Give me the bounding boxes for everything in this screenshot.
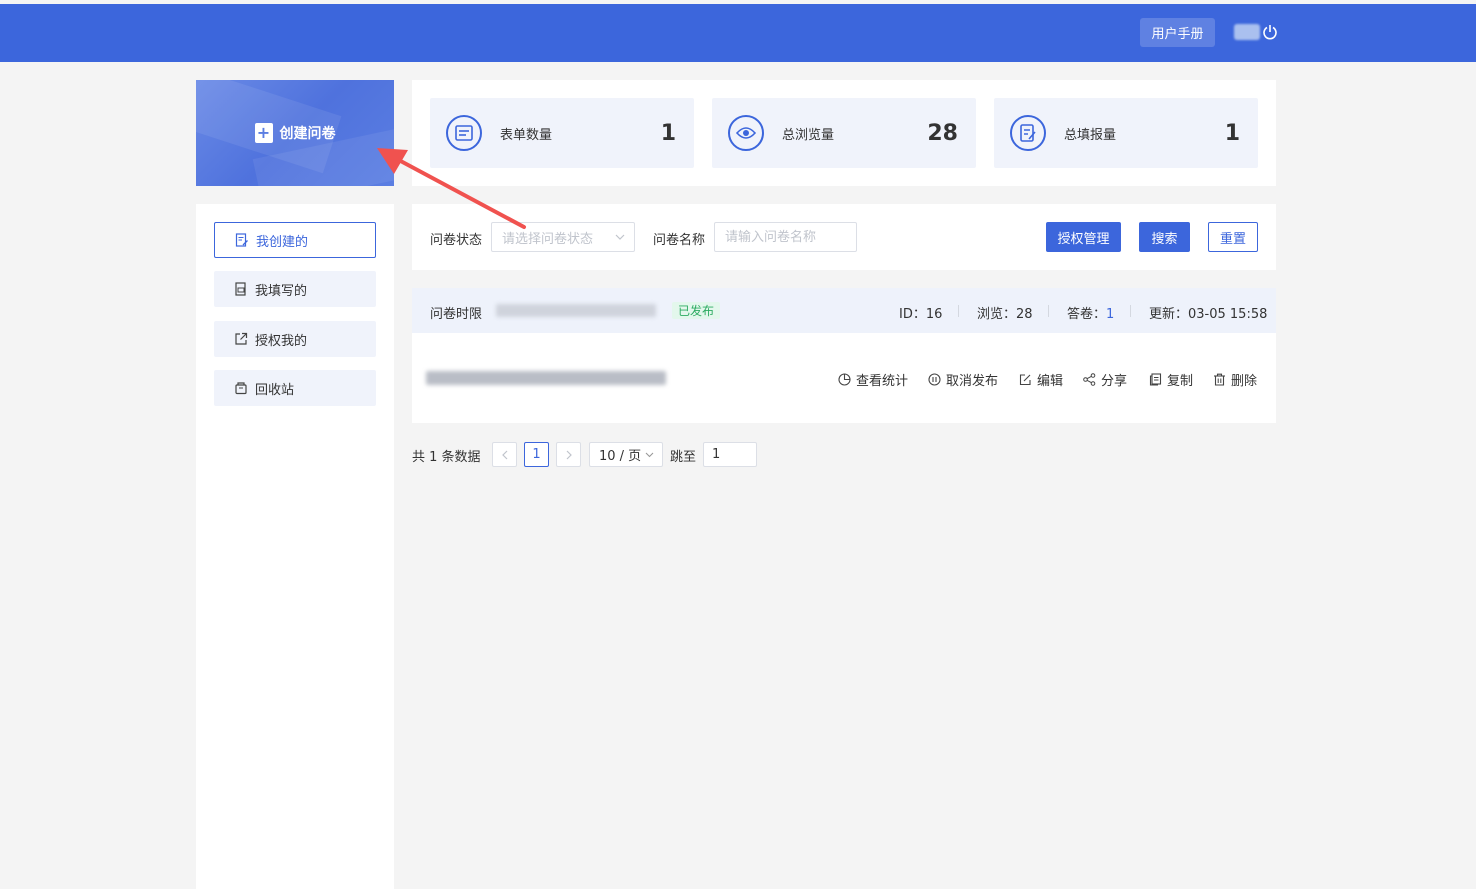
survey-row-body: 查看统计 取消发布 编辑 分享 复制 删除	[412, 333, 1276, 423]
next-page-button[interactable]	[556, 442, 581, 467]
view-stats-action[interactable]: 查看统计	[838, 370, 908, 389]
page-size-value: 10 / 页	[599, 449, 642, 464]
stat-total-reports: 总填报量 1	[994, 98, 1258, 168]
user-manual-button[interactable]: 用户手册	[1140, 18, 1215, 47]
top-bar: 用户手册	[0, 4, 1476, 62]
copy-icon	[1149, 373, 1162, 386]
stats-panel: 表单数量 1 总浏览量 28 总填报量 1	[412, 80, 1276, 186]
name-search-input[interactable]	[714, 222, 857, 252]
power-icon[interactable]	[1262, 24, 1278, 40]
chevron-left-icon	[501, 450, 507, 459]
sidebar-item-label: 我创建的	[256, 234, 309, 250]
create-survey-label: 创建问卷	[279, 126, 336, 142]
edit-icon	[1019, 374, 1031, 386]
total-count: 共 1 条数据	[412, 450, 481, 465]
status-badge: 已发布	[672, 302, 721, 319]
stat-label: 总浏览量	[782, 127, 835, 143]
stat-value: 28	[927, 120, 958, 146]
sidebar-item-recycle[interactable]: 回收站	[214, 370, 376, 406]
divider	[1130, 305, 1131, 317]
page-1-button[interactable]: 1	[524, 442, 549, 467]
action-label: 复制	[1167, 374, 1194, 389]
divider	[958, 305, 959, 317]
redacted-time-range	[496, 304, 656, 317]
filled-doc-icon	[235, 282, 246, 296]
chevron-down-icon	[645, 452, 654, 458]
sidebar-item-label: 回收站	[255, 382, 295, 398]
pagination: 共 1 条数据 1 10 / 页 跳至 1	[412, 442, 772, 467]
plus-document-icon: +	[254, 123, 273, 143]
stat-label: 表单数量	[500, 127, 553, 143]
survey-updated: 更新：03-05 15:58	[1149, 307, 1268, 322]
copy-action[interactable]: 复制	[1149, 370, 1193, 389]
stat-value: 1	[660, 120, 676, 146]
sidebar-item-authorized[interactable]: 授权我的	[214, 321, 376, 357]
prev-page-button[interactable]	[492, 442, 517, 467]
answers-label: 答卷：	[1067, 307, 1107, 322]
reset-button[interactable]: 重置	[1208, 222, 1258, 252]
delete-action[interactable]: 删除	[1213, 370, 1257, 389]
stat-total-views: 总浏览量 28	[712, 98, 976, 168]
sidebar-item-label: 我填写的	[255, 283, 308, 299]
chevron-right-icon	[566, 450, 572, 459]
action-label: 删除	[1231, 374, 1258, 389]
action-label: 分享	[1101, 374, 1128, 389]
status-select[interactable]: 请选择问卷状态	[491, 222, 635, 252]
filter-panel: 问卷状态 请选择问卷状态 问卷名称 授权管理 搜索 重置	[412, 204, 1276, 270]
answers-value: 1	[1106, 307, 1115, 322]
share-icon	[1083, 373, 1096, 386]
avatar[interactable]	[1234, 24, 1260, 40]
search-button[interactable]: 搜索	[1139, 222, 1190, 252]
status-filter-label: 问卷状态	[430, 233, 483, 248]
recycle-icon	[235, 382, 247, 395]
share-action[interactable]: 分享	[1083, 370, 1127, 389]
status-select-placeholder: 请选择问卷状态	[502, 231, 594, 247]
action-label: 编辑	[1037, 374, 1064, 389]
edit-doc-icon	[235, 233, 248, 247]
pause-circle-icon	[928, 373, 941, 386]
action-label: 查看统计	[856, 374, 909, 389]
name-filter-label: 问卷名称	[653, 233, 706, 248]
stat-value: 1	[1224, 120, 1240, 146]
stat-label: 总填报量	[1064, 127, 1117, 143]
jump-label: 跳至	[670, 450, 697, 465]
trash-icon	[1214, 373, 1225, 386]
sidebar-item-created[interactable]: 我创建的	[214, 222, 376, 258]
survey-answers: 答卷：1	[1067, 303, 1114, 322]
survey-row-header: 问卷时限 已发布 ID：16 浏览：28 答卷：1 更新：03-05 15:58	[412, 288, 1276, 333]
divider	[1048, 305, 1049, 317]
form-icon	[446, 115, 482, 151]
eye-icon	[728, 115, 764, 151]
survey-views: 浏览：28	[977, 307, 1033, 322]
unpublish-action[interactable]: 取消发布	[928, 370, 998, 389]
pie-chart-icon	[838, 373, 851, 386]
time-limit-label: 问卷时限	[430, 307, 483, 322]
auth-manage-button[interactable]: 授权管理	[1046, 222, 1121, 252]
survey-id: ID：16	[899, 307, 943, 322]
sidebar: 我创建的 我填写的 授权我的 回收站	[196, 204, 394, 889]
external-link-icon	[235, 332, 248, 345]
create-survey-button[interactable]: + 创建问卷	[196, 80, 394, 186]
report-icon	[1010, 115, 1046, 151]
chevron-down-icon	[615, 234, 625, 240]
sidebar-item-filled[interactable]: 我填写的	[214, 271, 376, 307]
edit-action[interactable]: 编辑	[1019, 370, 1063, 389]
page-size-select[interactable]: 10 / 页	[589, 442, 663, 467]
jump-page-input[interactable]: 1	[703, 442, 757, 467]
redacted-survey-title[interactable]	[426, 371, 666, 385]
sidebar-item-label: 授权我的	[255, 333, 308, 349]
action-label: 取消发布	[946, 374, 999, 389]
stat-form-count: 表单数量 1	[430, 98, 694, 168]
